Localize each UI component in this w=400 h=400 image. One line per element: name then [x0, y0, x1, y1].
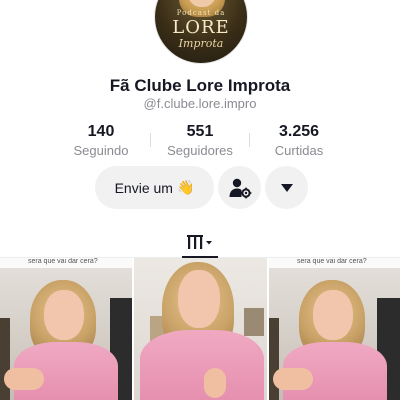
video-face: [178, 270, 220, 328]
display-name: Fã Clube Lore Improta: [109, 76, 291, 95]
video-face: [44, 290, 84, 340]
video-thumbnail[interactable]: sera que vai dar cera?: [269, 258, 400, 400]
stat-likes-value: 3.256: [278, 122, 320, 140]
video-arm: [273, 368, 313, 390]
stat-likes[interactable]: 3.256 Curtidas: [250, 123, 348, 158]
waving-hand-icon: 👋: [176, 179, 195, 195]
message-button[interactable]: Envie um 👋: [95, 166, 214, 209]
more-options-button[interactable]: [265, 166, 308, 209]
video-arm: [4, 368, 44, 390]
avatar-script-text: Podcast da: [176, 9, 226, 17]
video-face: [313, 290, 353, 340]
caret-down-icon: [280, 183, 293, 192]
profile-avatar[interactable]: Podcast da LORE Improta: [154, 0, 248, 64]
video-thumbnail[interactable]: [134, 258, 267, 400]
username: @f.clube.lore.impro: [143, 96, 257, 111]
add-user-settings-icon: [229, 178, 251, 198]
stat-followers[interactable]: 551 Seguidores: [151, 123, 249, 158]
video-shirt: [140, 330, 264, 400]
message-button-label: Envie um: [114, 179, 173, 196]
stat-following-value: 140: [87, 122, 115, 140]
avatar-name-text: LORE: [172, 17, 230, 38]
grid-sort-icon: [187, 235, 212, 249]
stat-following-label: Seguindo: [73, 142, 129, 158]
video-caption: sera que vai dar cera?: [269, 258, 400, 268]
stat-following[interactable]: 140 Seguindo: [52, 123, 150, 158]
video-hand: [204, 368, 226, 398]
avatar-sub-text: Improta: [178, 37, 224, 50]
content-tabbar: [0, 226, 400, 258]
add-friend-button[interactable]: [218, 166, 261, 209]
stat-followers-value: 551: [186, 122, 214, 140]
video-picture-frame: [244, 308, 264, 336]
video-thumbnail[interactable]: sera que vai dar cera?: [0, 258, 132, 400]
profile-actions: Envie um 👋: [0, 166, 400, 210]
stat-likes-label: Curtidas: [274, 142, 324, 158]
profile-stats: 140 Seguindo 551 Seguidores 3.256 Curtid…: [52, 122, 348, 158]
video-caption: sera que vai dar cera?: [0, 258, 132, 268]
tab-videos[interactable]: [180, 226, 220, 258]
stat-followers-label: Seguidores: [167, 142, 233, 158]
